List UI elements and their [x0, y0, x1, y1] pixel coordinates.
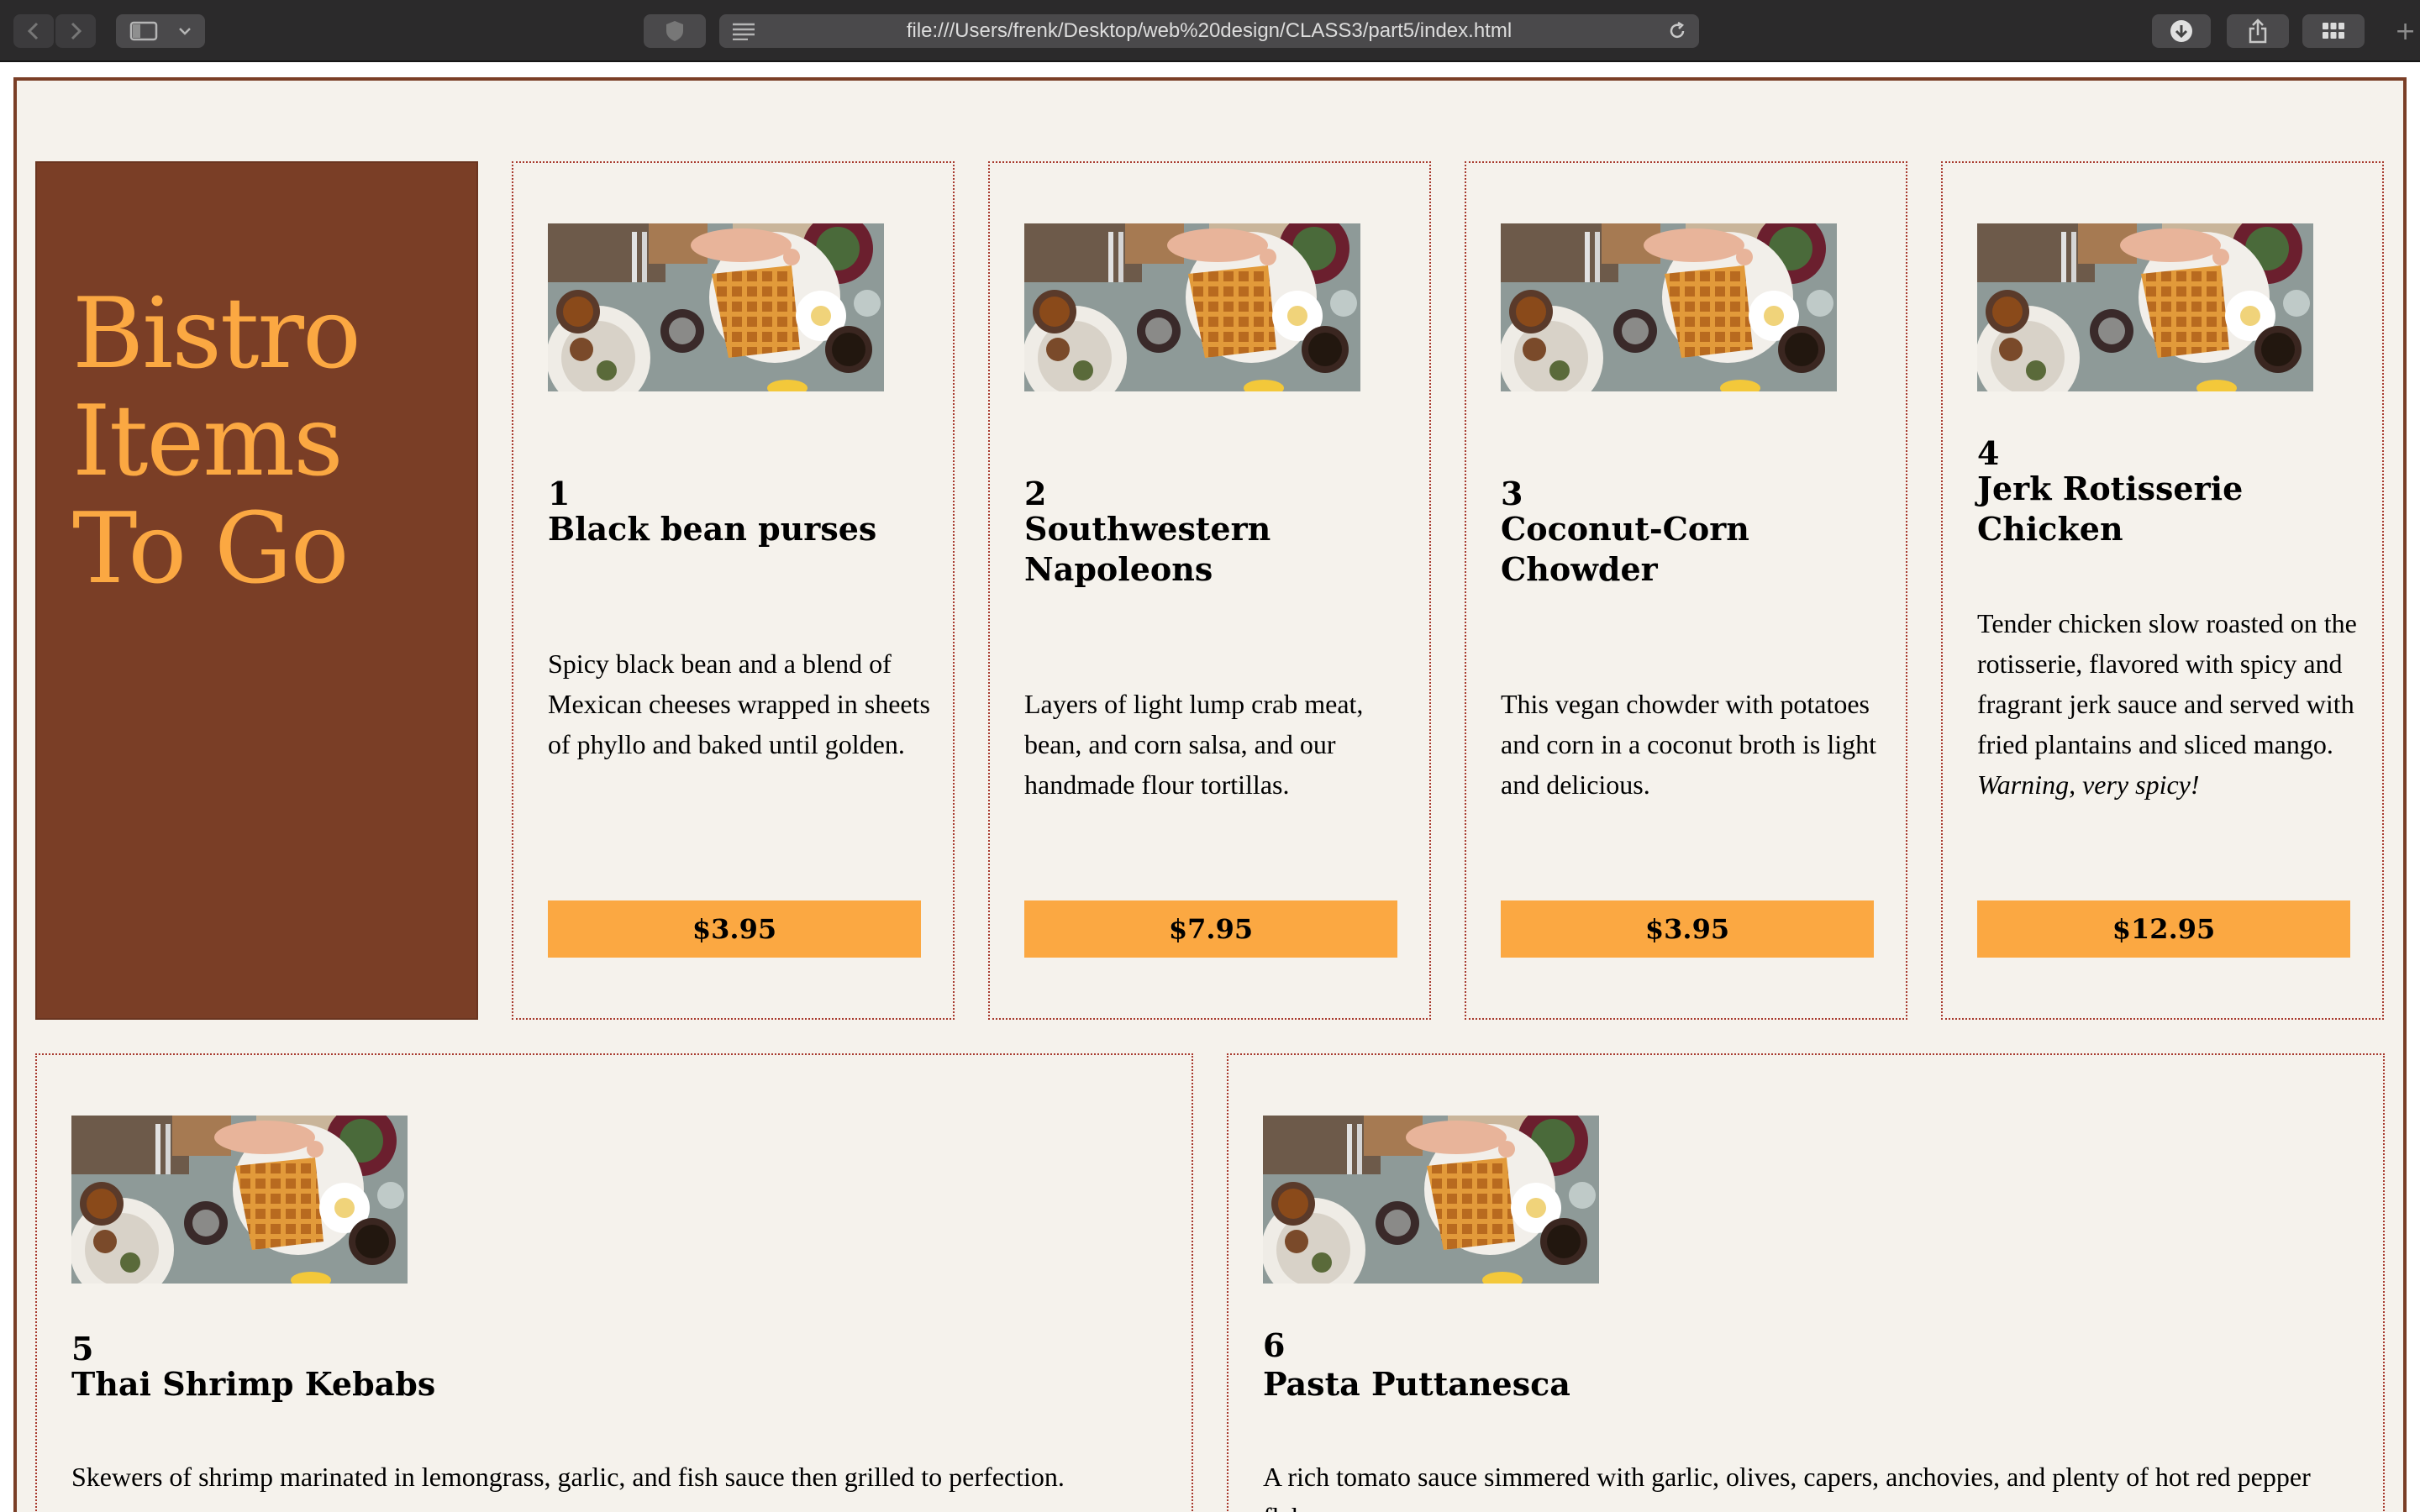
menu-card-6: 6 Pasta Puttanesca A rich tomato sauce s…: [1227, 1053, 2385, 1512]
hero-title-line: To Go: [72, 492, 350, 606]
item-name-line: Pasta Puttanesca: [1263, 1365, 1570, 1403]
share-icon: [2249, 18, 2267, 44]
sidebar-icon: [129, 21, 158, 41]
item-number: 3: [1501, 475, 1523, 512]
food-image: [71, 1116, 408, 1284]
download-icon: [2170, 20, 2192, 42]
chevron-left-icon: [27, 22, 39, 40]
item-name-line: Thai Shrimp Kebabs: [71, 1365, 436, 1403]
item-number: 2: [1024, 475, 1047, 512]
spicy-warning: Warning, very spicy!: [1977, 769, 2200, 800]
item-description: Layers of light lump crab meat, bean, an…: [1024, 689, 1364, 800]
item-name-line: Black bean purses: [548, 510, 877, 548]
item-description: A rich tomato sauce simmered with garlic…: [1263, 1462, 2311, 1512]
item-number: 5: [71, 1330, 94, 1368]
tab-overview-button[interactable]: [2302, 14, 2365, 48]
chevron-right-icon: [71, 22, 82, 40]
food-photo: [1024, 223, 1360, 391]
grid-icon: [2323, 23, 2344, 39]
food-image: [1501, 223, 1837, 391]
price-button[interactable]: $12.95: [1977, 900, 2350, 958]
item-number: 1: [548, 475, 571, 512]
item-name: Coconut-Corn Chowder: [1501, 509, 1887, 590]
item-name-line: Jerk Rotisserie: [1977, 470, 2244, 507]
food-photo: [1263, 1116, 1599, 1284]
food-image: [1977, 223, 2313, 391]
item-name-line: Chowder: [1501, 550, 1658, 588]
item-description: Tender chicken slow roasted on the rotis…: [1977, 603, 2360, 805]
chevron-down-icon: [179, 28, 191, 35]
price-button[interactable]: $3.95: [548, 900, 921, 958]
food-photo: [548, 223, 884, 391]
item-description: Skewers of shrimp marinated in lemongras…: [71, 1462, 1065, 1492]
food-photo: [1501, 223, 1837, 391]
privacy-shield-button[interactable]: [644, 14, 706, 48]
hero-title-line: Bistro: [72, 277, 361, 391]
item-name-line: Chicken: [1977, 510, 2123, 548]
food-image: [1263, 1116, 1599, 1284]
item-number: 6: [1263, 1326, 1286, 1364]
menu-card-1: 1 Black bean purses Spicy black bean and…: [512, 161, 955, 1020]
item-name-line: Napoleons: [1024, 550, 1213, 588]
shield-icon: [666, 21, 683, 41]
url-text[interactable]: file:///Users/frenk/Desktop/web%20design…: [719, 14, 1699, 48]
share-button[interactable]: [2227, 14, 2289, 48]
item-description-text: Tender chicken slow roasted on the rotis…: [1977, 608, 2357, 759]
food-image: [548, 223, 884, 391]
item-name: Thai Shrimp Kebabs: [71, 1364, 1080, 1404]
menu-card-2: 2 Southwestern Napoleons Layers of light…: [988, 161, 1431, 1020]
food-image: [1024, 223, 1360, 391]
new-tab-button[interactable]: +: [2395, 19, 2416, 45]
menu-card-4: 4 Jerk Rotisserie Chicken Tender chicken…: [1941, 161, 2384, 1020]
reload-icon[interactable]: [1667, 21, 1687, 41]
food-photo: [71, 1116, 408, 1284]
item-name: Pasta Puttanesca: [1263, 1364, 2271, 1404]
price-button[interactable]: $7.95: [1024, 900, 1397, 958]
food-photo: [1977, 223, 2313, 391]
downloads-button[interactable]: [2152, 14, 2211, 48]
price-button[interactable]: $3.95: [1501, 900, 1874, 958]
hero-title: Bistro Items To Go: [72, 281, 467, 603]
item-name-line: Southwestern: [1024, 510, 1271, 548]
item-description: Spicy black bean and a blend of Mexican …: [548, 648, 930, 759]
item-name: Jerk Rotisserie Chicken: [1977, 469, 2364, 549]
browser-toolbar: file:///Users/frenk/Desktop/web%20design…: [0, 0, 2420, 62]
hero-panel: Bistro Items To Go: [35, 161, 478, 1020]
item-name: Southwestern Napoleons: [1024, 509, 1411, 590]
menu-card-3: 3 Coconut-Corn Chowder This vegan chowde…: [1465, 161, 1907, 1020]
web-page: Bistro Items To Go 1 Black bean purses S…: [0, 62, 2420, 1512]
menu-card-5: 5 Thai Shrimp Kebabs Skewers of shrimp m…: [35, 1053, 1193, 1512]
forward-button[interactable]: [55, 14, 96, 48]
item-name: Black bean purses: [548, 509, 934, 549]
item-description: This vegan chowder with potatoes and cor…: [1501, 689, 1877, 800]
hero-title-line: Items: [72, 385, 344, 498]
address-bar[interactable]: file:///Users/frenk/Desktop/web%20design…: [719, 14, 1699, 48]
item-number: 4: [1977, 434, 2000, 472]
item-name-line: Coconut-Corn: [1501, 510, 1749, 548]
back-button[interactable]: [13, 14, 54, 48]
sidebar-toggle-button[interactable]: [116, 14, 205, 48]
